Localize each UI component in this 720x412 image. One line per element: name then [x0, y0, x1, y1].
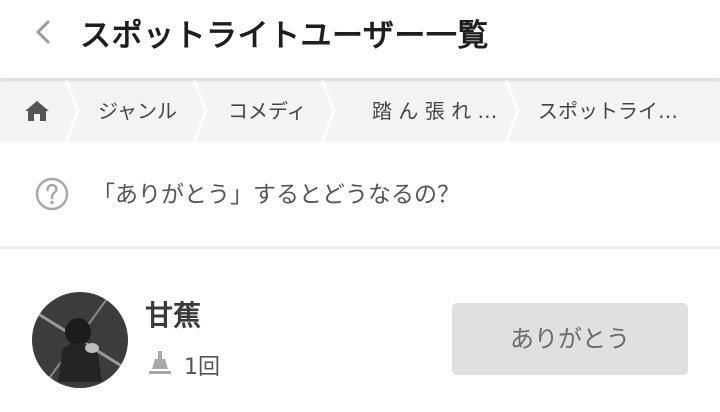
spotlight-icon [149, 351, 171, 374]
breadcrumb-item-spotlight[interactable]: スポットライ… [538, 80, 688, 142]
breadcrumb-item-genre[interactable]: ジャンル [98, 80, 194, 142]
breadcrumb-item-comedy[interactable]: コメディ [228, 80, 320, 142]
back-button[interactable] [26, 14, 62, 50]
question-circle-icon [35, 177, 69, 211]
home-icon [25, 101, 49, 121]
thanks-button[interactable]: ありがとう [452, 303, 688, 375]
page-title: スポットライトユーザー一覧 [80, 18, 489, 54]
help-link[interactable]: 「ありがとう」するとどうなるの？ [0, 142, 720, 246]
help-text: 「ありがとう」するとどうなるの？ [92, 182, 460, 208]
chevron-left-icon [36, 20, 50, 44]
user-list-item: 甘蕉 1回 ありがとう [0, 249, 720, 412]
avatar[interactable] [32, 292, 128, 388]
app-header: スポットライトユーザー一覧 [0, 0, 720, 78]
spotlight-count: 1回 [184, 355, 220, 380]
user-name[interactable]: 甘蕉 [145, 294, 201, 334]
breadcrumb-home[interactable] [24, 99, 50, 123]
avatar-image [32, 292, 128, 388]
breadcrumb-item-title[interactable]: 踏 ん 張 れ … [372, 80, 500, 142]
breadcrumb: ジャンル コメディ 踏 ん 張 れ … スポットライ… [0, 80, 720, 142]
